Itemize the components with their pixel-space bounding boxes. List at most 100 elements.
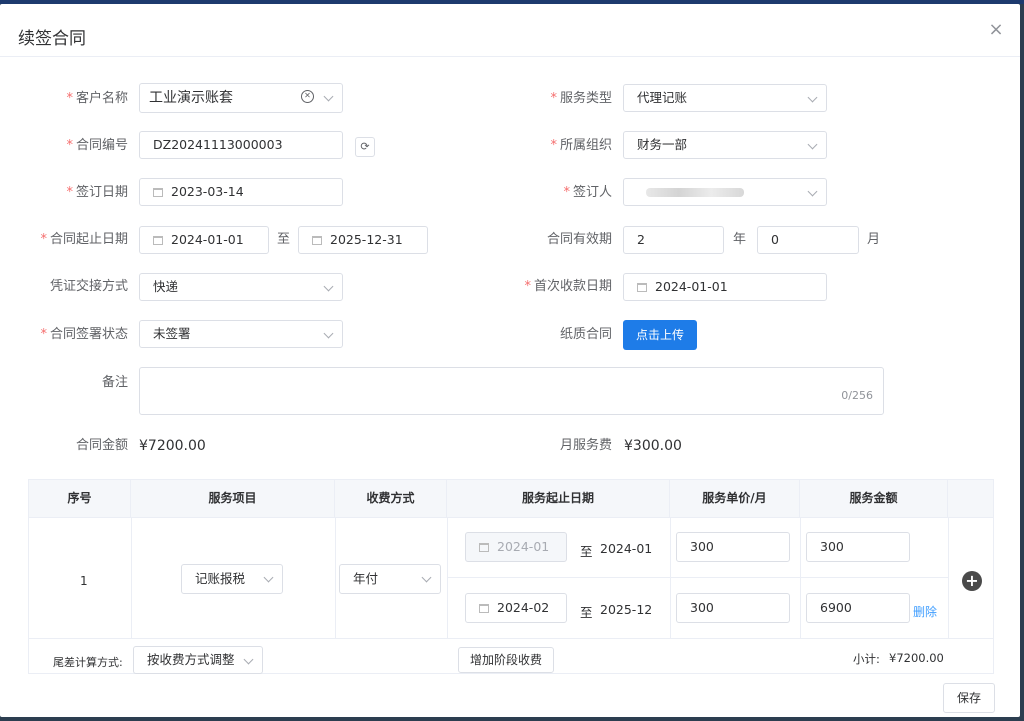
remark-textarea[interactable]: 0/256 (139, 367, 884, 415)
chevron-down-icon (263, 572, 274, 583)
contract-no-value: DZ20241113000003 (153, 137, 283, 152)
sign-status-label: * 合同签署状态 (40, 327, 128, 342)
chevron-down-icon (243, 654, 254, 665)
charge-method-select[interactable]: 年付 (339, 564, 441, 594)
calendar-icon (312, 236, 322, 245)
signer-label: * 签订人 (563, 185, 612, 200)
stage1-amount-input[interactable]: 300 (806, 532, 910, 562)
chevron-down-icon (421, 572, 432, 583)
sign-status-value: 未签署 (153, 326, 191, 341)
remark-label: 备注 (101, 375, 128, 390)
service-item-value: 记账报税 (195, 571, 246, 586)
col-border (131, 517, 132, 638)
delete-stage-link[interactable]: 删除 (913, 603, 937, 620)
year-unit: 年 (733, 232, 747, 247)
sign-status-select[interactable]: 未签署 (139, 320, 343, 348)
header-amount: 服务金额 (800, 480, 948, 517)
stage2-price-value: 300 (690, 600, 714, 615)
row-index: 1 (80, 574, 88, 588)
calendar-icon (637, 283, 647, 292)
amount-label: 合同金额 (75, 438, 128, 453)
contract-no-label: * 合同编号 (66, 138, 128, 153)
add-row-icon[interactable]: + (962, 571, 982, 591)
stage1-start-picker[interactable]: 2024-01 (465, 532, 567, 562)
validity-years-input[interactable]: 2 (623, 226, 724, 254)
voucher-value: 快递 (153, 279, 179, 294)
first-pay-label: * 首次收款日期 (524, 279, 612, 294)
sign-date-label: * 签订日期 (66, 185, 128, 200)
stage2-amount-input[interactable]: 6900 (806, 593, 910, 623)
stage1-start-value: 2024-01 (497, 539, 550, 554)
customer-label: * 客户名称 (66, 91, 128, 106)
header-price: 服务单价/月 (670, 480, 800, 517)
org-select[interactable]: 财务一部 (623, 131, 827, 159)
rounding-label: 尾差计算方式: (53, 656, 123, 669)
service-type-select[interactable]: 代理记账 (623, 84, 827, 112)
dialog-header: 续签合同 × (0, 4, 1020, 57)
customer-select[interactable]: 工业演示账套 ✕ (139, 83, 343, 113)
org-label: * 所属组织 (550, 138, 612, 153)
header-charge: 收费方式 (335, 480, 447, 517)
period-label: * 合同起止日期 (40, 232, 128, 247)
validity-years-value: 2 (637, 232, 645, 247)
voucher-select[interactable]: 快递 (139, 273, 343, 301)
period-end-value: 2025-12-31 (330, 232, 403, 247)
upload-button[interactable]: 点击上传 (623, 320, 697, 350)
chevron-down-icon (807, 92, 818, 103)
org-value: 财务一部 (637, 137, 688, 152)
stage2-start-value: 2024-02 (497, 600, 550, 615)
chevron-down-icon (323, 281, 334, 292)
stage1-price-value: 300 (690, 539, 714, 554)
stage2-start-picker[interactable]: 2024-02 (465, 593, 567, 623)
stage1-amount-value: 300 (820, 539, 844, 554)
rounding-value: 按收费方式调整 (147, 652, 235, 667)
validity-label: 合同有效期 (546, 232, 612, 247)
customer-value: 工业演示账套 (149, 90, 233, 106)
sign-date-picker[interactable]: 2023-03-14 (139, 178, 343, 206)
first-pay-value: 2024-01-01 (655, 279, 728, 294)
calendar-icon (153, 236, 163, 245)
signer-select[interactable] (623, 178, 827, 206)
service-type-label: * 服务类型 (550, 91, 612, 106)
header-period: 服务起止日期 (447, 480, 670, 517)
chevron-down-icon (323, 91, 334, 102)
chevron-down-icon (807, 139, 818, 150)
stage2-separator: 至 (580, 605, 593, 620)
rounding-select[interactable]: 按收费方式调整 (133, 646, 263, 674)
stage1-end: 2024-01 (600, 541, 653, 556)
monthly-fee-value: ¥300.00 (624, 438, 682, 454)
validity-months-input[interactable]: 0 (757, 226, 859, 254)
clear-icon[interactable]: ✕ (301, 90, 314, 103)
close-icon[interactable]: × (986, 20, 1006, 40)
col-border (335, 517, 336, 638)
row-border (29, 638, 993, 639)
header-index: 序号 (29, 480, 131, 517)
voucher-label: 凭证交接方式 (49, 279, 128, 294)
refresh-icon[interactable]: ⟳ (355, 137, 375, 157)
dialog-title: 续签合同 (18, 29, 86, 49)
chevron-down-icon (323, 328, 334, 339)
period-end-picker[interactable]: 2025-12-31 (298, 226, 428, 254)
stage2-price-input[interactable]: 300 (676, 593, 790, 623)
stage1-price-input[interactable]: 300 (676, 532, 790, 562)
first-pay-picker[interactable]: 2024-01-01 (623, 273, 827, 301)
chevron-down-icon (807, 186, 818, 197)
service-item-select[interactable]: 记账报税 (181, 564, 283, 594)
header-service: 服务项目 (131, 480, 335, 517)
charge-method-value: 年付 (353, 571, 379, 586)
stage2-amount-value: 6900 (820, 600, 852, 615)
period-separator: 至 (277, 232, 291, 247)
period-start-picker[interactable]: 2024-01-01 (139, 226, 269, 254)
contract-no-input[interactable]: DZ20241113000003 (139, 131, 343, 159)
subtotal-value: ¥7200.00 (889, 651, 944, 665)
stage1-separator: 至 (580, 544, 593, 559)
month-unit: 月 (867, 232, 881, 247)
save-button[interactable]: 保存 (943, 683, 995, 713)
row-border (29, 517, 993, 518)
stage-divider (447, 577, 948, 578)
sign-date-value: 2023-03-14 (171, 184, 244, 199)
service-table: 序号 服务项目 收费方式 服务起止日期 服务单价/月 服务金额 1 记账报税 年… (28, 479, 994, 674)
add-stage-button[interactable]: 增加阶段收费 (458, 647, 554, 673)
paper-label: 纸质合同 (559, 327, 612, 342)
subtotal-label: 小计: (853, 652, 880, 666)
